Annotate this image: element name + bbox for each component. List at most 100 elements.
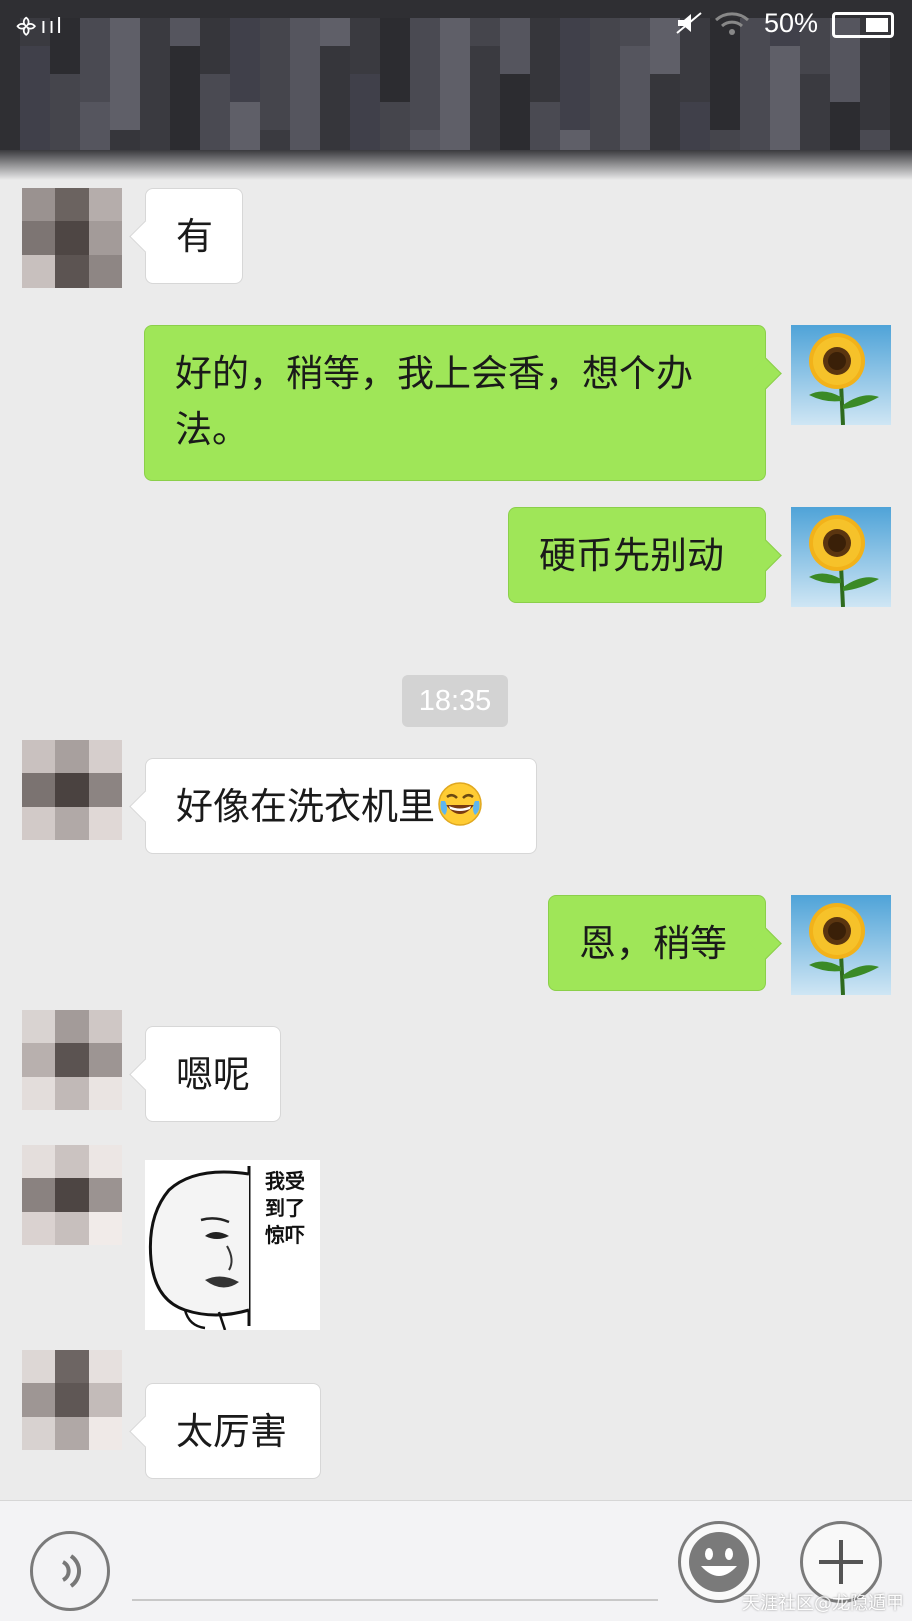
mosaic-tile bbox=[350, 74, 380, 102]
mosaic-tile bbox=[230, 102, 260, 130]
mosaic-tile bbox=[590, 46, 620, 74]
mosaic-tile bbox=[110, 74, 140, 102]
mosaic-tile bbox=[290, 74, 320, 102]
status-bar: ᯽ııl 50% bbox=[0, 0, 912, 40]
mosaic-tile bbox=[740, 102, 770, 130]
message-bubble-incoming[interactable]: 好像在洗衣机里 bbox=[145, 758, 537, 854]
mosaic-tile bbox=[620, 102, 650, 130]
mosaic-tile bbox=[200, 46, 230, 74]
mosaic-tile bbox=[350, 46, 380, 74]
mosaic-tile bbox=[260, 74, 290, 102]
sunflower-icon bbox=[791, 895, 891, 995]
mosaic-tile bbox=[320, 102, 350, 130]
my-avatar[interactable] bbox=[791, 507, 891, 607]
mosaic-tile bbox=[140, 102, 170, 130]
mosaic-tile bbox=[860, 74, 890, 102]
mosaic-tile bbox=[80, 102, 110, 130]
mosaic-tile bbox=[500, 102, 530, 130]
mosaic-tile bbox=[20, 46, 50, 74]
message-bubble-incoming[interactable]: 有 bbox=[145, 188, 243, 284]
mosaic-tile bbox=[50, 46, 80, 74]
mosaic-tile bbox=[860, 46, 890, 74]
my-avatar[interactable] bbox=[791, 325, 891, 425]
mosaic-tile bbox=[380, 46, 410, 74]
mosaic-tile bbox=[770, 46, 800, 74]
mosaic-tile bbox=[560, 74, 590, 102]
message-text: 嗯呢 bbox=[176, 1053, 250, 1096]
mosaic-tile bbox=[350, 102, 380, 130]
mosaic-tile bbox=[830, 74, 860, 102]
mosaic-tile bbox=[500, 46, 530, 74]
mosaic-tile bbox=[530, 102, 560, 130]
mosaic-tile bbox=[530, 46, 560, 74]
mosaic-tile bbox=[740, 46, 770, 74]
mosaic-tile bbox=[80, 46, 110, 74]
my-avatar[interactable] bbox=[791, 895, 891, 995]
message-text: 恩，稍等 bbox=[579, 922, 727, 965]
mosaic-tile bbox=[650, 74, 680, 102]
mosaic-tile bbox=[140, 74, 170, 102]
mosaic-tile bbox=[50, 102, 80, 130]
sticker-caption: 我受到了惊吓 bbox=[265, 1169, 305, 1247]
message-bubble-outgoing[interactable]: 好的，稍等，我上会香，想个办法。 bbox=[144, 325, 766, 481]
message-bubble-outgoing[interactable]: 硬币先别动 bbox=[508, 507, 766, 603]
mosaic-tile bbox=[20, 74, 50, 102]
mosaic-tile bbox=[170, 46, 200, 74]
mosaic-tile bbox=[320, 74, 350, 102]
mosaic-tile bbox=[410, 102, 440, 130]
message-text: 太厉害 bbox=[176, 1410, 287, 1453]
message-bubble-incoming[interactable]: 太厉害 bbox=[145, 1383, 321, 1479]
message-text: 硬币先别动 bbox=[539, 534, 724, 577]
mosaic-tile bbox=[800, 46, 830, 74]
message-text: 有 bbox=[176, 215, 213, 258]
mosaic-tile bbox=[170, 102, 200, 130]
mosaic-tile bbox=[380, 102, 410, 130]
top-bar: ᯽ııl 50% bbox=[0, 0, 912, 180]
mosaic-tile bbox=[650, 102, 680, 130]
mosaic-tile bbox=[110, 102, 140, 130]
mosaic-tile bbox=[680, 74, 710, 102]
mosaic-tile bbox=[200, 102, 230, 130]
sunflower-icon bbox=[791, 507, 891, 607]
chat-area[interactable]: 有 好的，稍等，我上会香，想个办法。 硬币先别动 18:35 好像在洗衣机里 恩… bbox=[0, 180, 912, 1500]
mosaic-tile bbox=[20, 102, 50, 130]
message-bubble-incoming[interactable]: 嗯呢 bbox=[145, 1026, 281, 1122]
mosaic-tile bbox=[290, 46, 320, 74]
mosaic-tile bbox=[590, 74, 620, 102]
mosaic-tile bbox=[530, 74, 560, 102]
mosaic-tile bbox=[470, 46, 500, 74]
mosaic-tile bbox=[830, 102, 860, 130]
mosaic-tile bbox=[440, 74, 470, 102]
mosaic-tile bbox=[590, 102, 620, 130]
sticker-message[interactable]: 我受到了惊吓 bbox=[145, 1160, 320, 1330]
timestamp: 18:35 bbox=[402, 675, 508, 727]
mosaic-tile bbox=[50, 74, 80, 102]
mosaic-tile bbox=[830, 46, 860, 74]
signal-icon: ᯽ııl bbox=[14, 13, 64, 38]
message-bubble-outgoing[interactable]: 恩，稍等 bbox=[548, 895, 766, 991]
message-text: 好像在洗衣机里 bbox=[176, 785, 435, 828]
mosaic-tile bbox=[80, 74, 110, 102]
sunflower-icon bbox=[791, 325, 891, 425]
mosaic-tile bbox=[200, 74, 230, 102]
mosaic-tile bbox=[620, 46, 650, 74]
mosaic-tile bbox=[470, 102, 500, 130]
mosaic-tile bbox=[650, 46, 680, 74]
mosaic-tile bbox=[710, 74, 740, 102]
mosaic-tile bbox=[440, 46, 470, 74]
mosaic-tile bbox=[800, 102, 830, 130]
mosaic-tile bbox=[710, 46, 740, 74]
mosaic-tile bbox=[470, 74, 500, 102]
mosaic-tile bbox=[560, 102, 590, 130]
voice-button[interactable] bbox=[30, 1531, 110, 1611]
mosaic-tile bbox=[440, 102, 470, 130]
mosaic-tile bbox=[860, 102, 890, 130]
battery-percent: 50% bbox=[764, 8, 819, 38]
mosaic-tile bbox=[620, 74, 650, 102]
watermark: 天涯社区@龙隐遁甲 bbox=[742, 1593, 904, 1614]
message-text: 好的，稍等，我上会香，想个办法。 bbox=[175, 352, 693, 451]
tears-of-joy-emoji-icon bbox=[438, 782, 482, 826]
message-input[interactable] bbox=[132, 1599, 658, 1601]
shocked-face-sticker-icon bbox=[148, 1166, 251, 1330]
mosaic-tile bbox=[380, 74, 410, 102]
